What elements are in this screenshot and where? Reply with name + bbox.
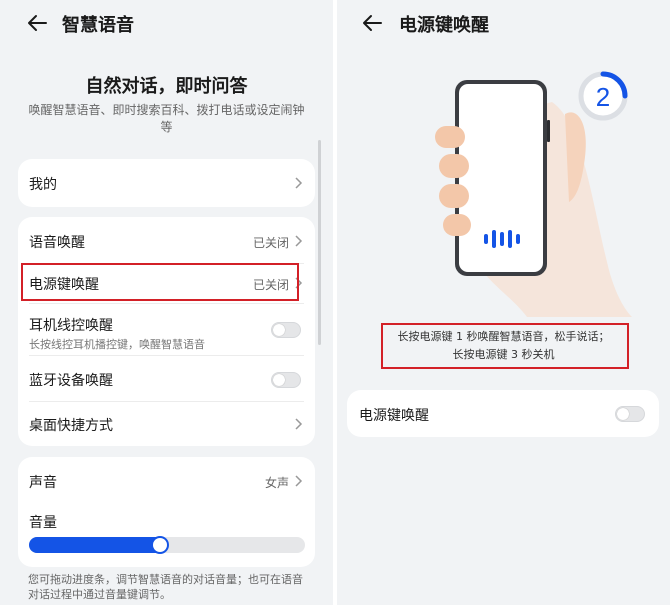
earphone-wake-label: 耳机线控唤醒 — [29, 318, 113, 334]
my-label: 我的 — [29, 177, 57, 193]
back-arrow-icon[interactable] — [26, 12, 48, 34]
volume-footnote: 您可拖动进度条，调节智慧语音的对话音量；也可在语音对话过程中通过音量键调节。 — [28, 573, 303, 601]
back-arrow-icon[interactable] — [361, 12, 383, 34]
volume-label: 音量 — [29, 515, 57, 531]
sound-card: 声音 女声 音量 — [18, 457, 315, 567]
app-bar: 智慧语音 — [0, 0, 333, 48]
voice-type-row[interactable]: 声音 女声 — [18, 457, 315, 503]
chevron-right-icon — [295, 418, 303, 430]
power-key-wake-label: 电源键唤醒 — [359, 408, 429, 424]
power-key-wake-screen: 电源键唤醒 2 长按电源键 1 秒唤醒智慧语音，松手说话； 长按电源键 3 秒关… — [337, 0, 670, 605]
earphone-wake-description: 长按线控耳机播控键，唤醒智慧语音 — [29, 338, 205, 351]
toggle-knob — [273, 374, 285, 386]
voice-type-label: 声音 — [29, 475, 57, 491]
power-key-wake-highlight — [21, 263, 299, 301]
desktop-shortcut-row[interactable]: 桌面快捷方式 — [18, 401, 315, 446]
volume-slider-thumb[interactable] — [153, 538, 167, 552]
earphone-wake-row[interactable]: 耳机线控唤醒 长按线控耳机播控键，唤醒智慧语音 — [18, 303, 315, 355]
wake-options-card: 语音唤醒 已关闭 电源键唤醒 已关闭 耳机线控唤醒 长按线控耳机播控键，唤醒智慧… — [18, 217, 315, 446]
instruction-line-1: 长按电源键 1 秒唤醒智慧语音，松手说话； — [397, 330, 610, 343]
power-key-wake-toggle[interactable] — [615, 406, 645, 422]
voice-assistant-settings-screen: 智慧语音 自然对话，即时问答 唤醒智慧语音、即时搜索百科、拨打电话或设定闹钟等 … — [0, 0, 333, 605]
voice-wake-status: 已关闭 — [252, 236, 289, 250]
bluetooth-wake-row[interactable]: 蓝牙设备唤醒 — [18, 355, 315, 401]
chevron-right-icon — [295, 235, 303, 247]
voice-wake-row[interactable]: 语音唤醒 已关闭 — [18, 217, 315, 263]
page-title: 智慧语音 — [62, 15, 134, 36]
toggle-knob — [273, 324, 285, 336]
bluetooth-wake-toggle[interactable] — [271, 372, 301, 388]
chevron-right-icon — [295, 475, 303, 487]
power-key-wake-card[interactable]: 电源键唤醒 — [347, 390, 659, 437]
page-title: 电源键唤醒 — [399, 15, 489, 36]
app-bar: 电源键唤醒 — [337, 0, 670, 48]
earphone-wake-toggle[interactable] — [271, 322, 301, 338]
toggle-knob — [617, 408, 629, 420]
bluetooth-wake-label: 蓝牙设备唤醒 — [29, 373, 113, 389]
hero-title: 自然对话，即时问答 — [85, 76, 248, 97]
desktop-shortcut-label: 桌面快捷方式 — [29, 418, 113, 434]
voice-type-value: 女声 — [264, 476, 289, 490]
my-card[interactable]: 我的 — [18, 159, 315, 207]
chevron-right-icon — [295, 177, 303, 189]
hero-subtitle: 唤醒智慧语音、即时搜索百科、拨打电话或设定闹钟等 — [28, 103, 305, 134]
volume-slider[interactable] — [29, 537, 305, 553]
instruction-line-2: 长按电源键 3 秒关机 — [452, 348, 555, 361]
step-counter-number: 2 — [595, 82, 611, 112]
volume-slider-fill — [29, 537, 167, 553]
scrollbar[interactable] — [318, 140, 321, 345]
voice-wake-label: 语音唤醒 — [29, 235, 85, 251]
